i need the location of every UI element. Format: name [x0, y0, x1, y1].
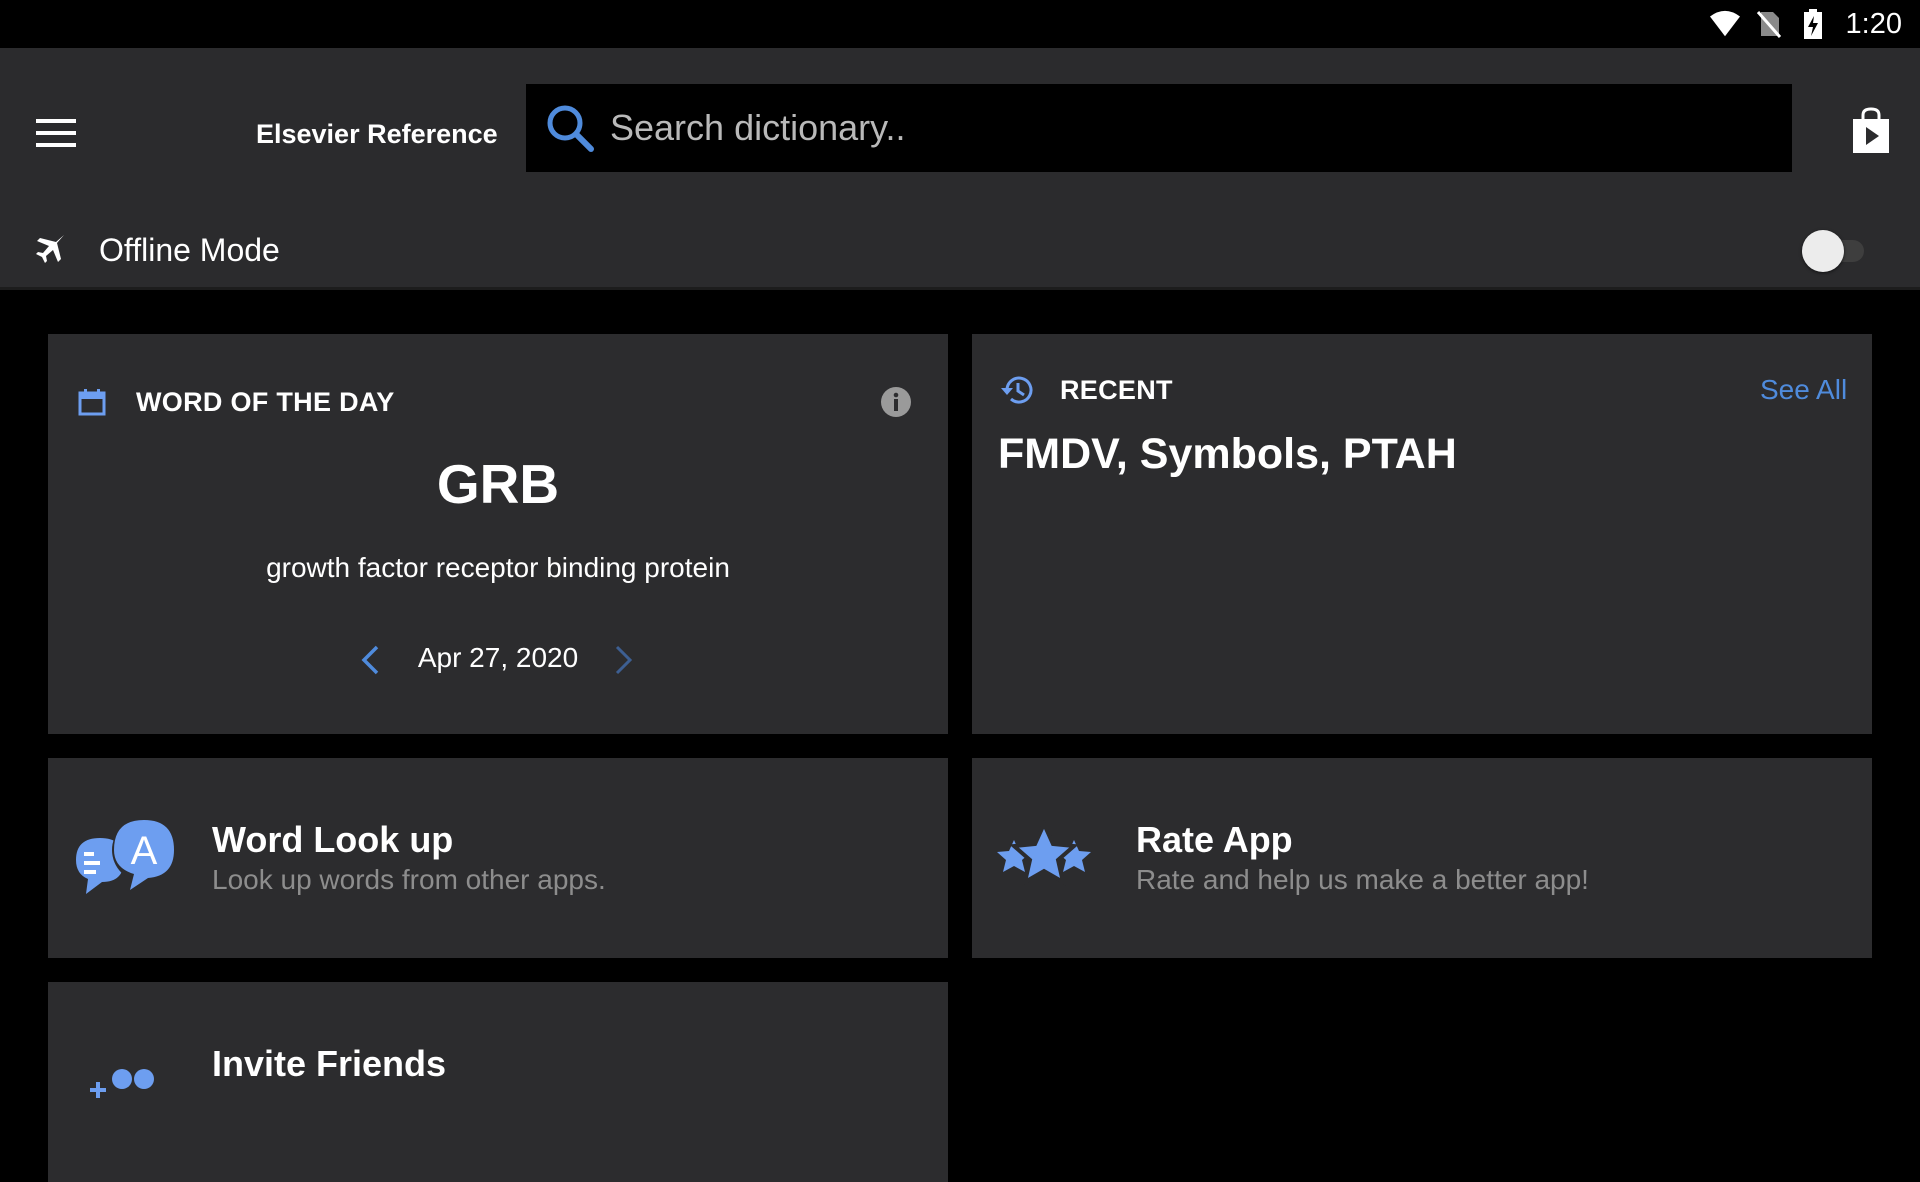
- offline-mode-row: Offline Mode: [0, 218, 1920, 280]
- word-of-the-day-card: WORD OF THE DAY GRB growth factor recept…: [48, 334, 948, 734]
- chevron-left-icon: [361, 645, 379, 675]
- invite-friends-card[interactable]: Invite Friends: [48, 982, 948, 1182]
- info-button[interactable]: [878, 384, 914, 420]
- no-sim-icon: [1754, 9, 1784, 39]
- word-of-the-day-header: WORD OF THE DAY: [136, 387, 395, 417]
- rate-app-subtitle: Rate and help us make a better app!: [1136, 864, 1589, 895]
- word-lookup-title: Word Look up: [212, 819, 454, 860]
- invite-friends-title: Invite Friends: [212, 1043, 447, 1084]
- word-of-the-day-definition: growth factor receptor binding protein: [266, 552, 730, 583]
- recent-header: RECENT: [1060, 375, 1173, 405]
- rate-app-card[interactable]: Rate App Rate and help us make a better …: [972, 758, 1872, 958]
- add-people-icon: [60, 1032, 180, 1132]
- date-navigator: Apr 27, 2020: [48, 636, 948, 686]
- menu-button[interactable]: [28, 108, 84, 158]
- clock: 1:20: [1845, 7, 1902, 40]
- app-bar: Elsevier Reference Offline Mode: [0, 48, 1920, 290]
- chevron-right-icon: [615, 645, 633, 675]
- next-day-button[interactable]: [604, 640, 644, 680]
- recent-card: RECENT See All FMDV, Symbols, PTAH: [972, 334, 1872, 734]
- stars-icon: [984, 808, 1104, 908]
- word-lookup-card[interactable]: A Word Look up Look up words from other …: [48, 758, 948, 958]
- see-all-link[interactable]: See All: [1760, 372, 1847, 408]
- offline-mode-toggle[interactable]: [1802, 230, 1866, 272]
- wifi-icon: [1709, 9, 1740, 39]
- info-icon: [881, 387, 911, 417]
- word-of-the-day-date: Apr 27, 2020: [417, 642, 579, 673]
- word-lookup-subtitle: Look up words from other apps.: [212, 864, 606, 895]
- search-icon: [544, 102, 596, 154]
- shopping-bag-icon: [1853, 107, 1889, 153]
- toggle-thumb: [1802, 230, 1844, 272]
- rate-app-title: Rate App: [1136, 819, 1293, 860]
- status-bar: 1:20: [0, 0, 1920, 48]
- word-of-the-day-term[interactable]: GRB: [48, 452, 948, 516]
- search-bar[interactable]: [526, 84, 1792, 172]
- history-icon: [996, 370, 1036, 410]
- svg-text:A: A: [131, 829, 158, 873]
- previous-day-button[interactable]: [350, 640, 390, 680]
- hamburger-icon: [36, 119, 76, 147]
- offline-mode-label: Offline Mode: [99, 232, 280, 268]
- search-input[interactable]: [610, 98, 1792, 158]
- app-title: Elsevier Reference: [256, 119, 498, 149]
- battery-charging-icon: [1798, 9, 1828, 39]
- calendar-icon: [72, 382, 112, 422]
- airplane-icon: [32, 230, 68, 266]
- chat-bubbles-icon: A: [68, 808, 188, 908]
- store-button[interactable]: [1848, 104, 1894, 158]
- recent-words[interactable]: FMDV, Symbols, PTAH: [998, 430, 1457, 479]
